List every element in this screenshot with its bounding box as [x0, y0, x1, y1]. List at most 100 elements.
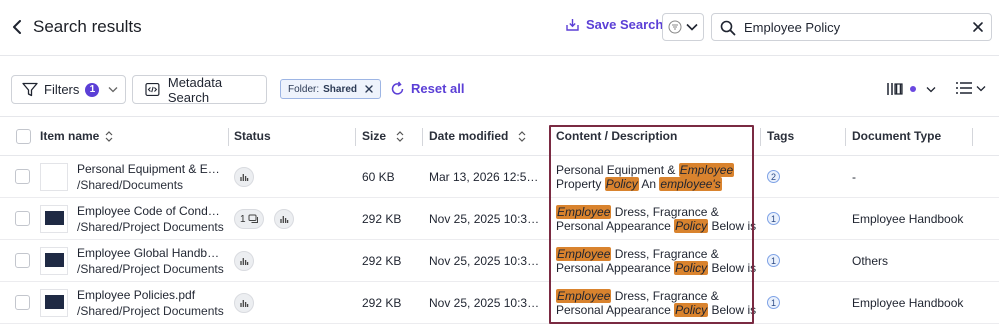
column-resizer[interactable] — [422, 128, 423, 146]
col-header-status[interactable]: Status — [234, 129, 271, 143]
row-checkbox[interactable] — [15, 211, 30, 226]
filters-label: Filters — [44, 82, 80, 97]
row-checkbox[interactable] — [15, 295, 30, 310]
col-header-label: Content / Description — [556, 129, 678, 143]
keyword-highlight: employee's — [659, 177, 722, 191]
item-path: /Shared/Project Documents — [77, 262, 224, 276]
col-header-item-name[interactable]: Item name — [40, 129, 113, 143]
filters-button[interactable]: Filters 1 — [11, 75, 126, 104]
page-header: Search results Save Search — [0, 0, 999, 56]
col-header-content-description[interactable]: Content / Description — [556, 129, 677, 143]
filter-toolbar: Filters 1 Metadata Search Folder: Shared… — [0, 57, 999, 117]
col-header-label: Status — [234, 129, 271, 143]
keyword-highlight: Employee — [556, 205, 612, 219]
document-thumbnail — [40, 163, 68, 191]
item-date: Nov 25, 2025 10:38 AM — [429, 212, 543, 226]
table-row[interactable]: Personal Equipment & Employee Property P… — [0, 156, 999, 198]
item-path: /Shared/Documents — [77, 178, 184, 192]
item-name-link[interactable]: Employee Policies.pdf — [77, 288, 223, 302]
refresh-icon — [391, 81, 404, 95]
tag-count-badge[interactable]: 1 — [767, 212, 780, 225]
row-checkbox[interactable] — [15, 253, 30, 268]
analytics-icon[interactable] — [234, 293, 254, 313]
tag-count-badge[interactable]: 2 — [767, 170, 780, 183]
back-arrow-icon[interactable] — [8, 18, 26, 36]
item-size: 292 KB — [362, 296, 402, 310]
col-header-label: Item name — [40, 129, 100, 143]
sort-icon — [518, 130, 526, 142]
columns-icon — [887, 83, 903, 95]
tag-count-badge[interactable]: 1 — [767, 296, 780, 309]
metadata-search-button[interactable]: Metadata Search — [132, 74, 267, 105]
funnel-icon — [22, 82, 38, 97]
table-row[interactable]: Employee Global Handbook.pdf /Shared/Pro… — [0, 240, 999, 282]
saved-search-dropdown[interactable] — [662, 13, 704, 41]
chevron-down-icon — [926, 86, 936, 92]
col-header-label: Document Type — [852, 129, 942, 143]
search-icon — [720, 20, 736, 36]
metadata-search-label: Metadata Search — [167, 74, 223, 105]
column-resizer[interactable] — [355, 128, 356, 146]
col-header-label: Date modified — [429, 129, 509, 143]
comment-icon — [248, 214, 258, 223]
keyword-highlight: Employee — [556, 247, 612, 261]
reset-all-label: Reset all — [411, 81, 465, 96]
sort-icon — [105, 130, 113, 142]
column-settings-button[interactable] — [886, 81, 936, 97]
filters-count-badge: 1 — [85, 82, 100, 97]
filter-list-icon — [668, 20, 682, 34]
page-title: Search results — [33, 17, 142, 36]
item-name-link[interactable]: Employee Code of Conduct.pdf — [77, 204, 223, 218]
item-document-type: - — [852, 170, 856, 184]
col-header-date-modified[interactable]: Date modified — [429, 129, 526, 143]
column-resizer[interactable] — [845, 128, 846, 146]
reset-all-button[interactable]: Reset all — [390, 81, 464, 96]
keyword-highlight: Policy — [674, 261, 709, 275]
search-field[interactable] — [711, 13, 992, 41]
column-resizer[interactable] — [972, 128, 973, 146]
row-checkbox[interactable] — [15, 169, 30, 184]
column-resizer[interactable] — [228, 128, 229, 146]
analytics-icon[interactable] — [274, 209, 294, 229]
save-search-label: Save Search — [586, 17, 664, 32]
item-size: 292 KB — [362, 212, 402, 226]
chevron-down-icon — [108, 87, 118, 93]
close-icon[interactable] — [364, 84, 374, 94]
item-path: /Shared/Project Documents — [77, 220, 224, 234]
item-date: Nov 25, 2025 10:38 AM — [429, 254, 543, 268]
search-input[interactable] — [744, 18, 964, 36]
col-header-tags[interactable]: Tags — [767, 129, 794, 143]
item-name-link[interactable]: Personal Equipment & Employee Property P… — [77, 162, 223, 176]
close-icon[interactable] — [971, 20, 985, 34]
item-date: Mar 13, 2026 12:59 PM — [429, 170, 543, 184]
chevron-down-icon — [976, 85, 986, 91]
analytics-icon[interactable] — [234, 251, 254, 271]
item-description: Employee Dress, Fragrance & Personal App… — [556, 247, 757, 275]
list-view-button[interactable] — [955, 81, 986, 95]
analytics-icon[interactable] — [234, 167, 254, 187]
item-document-type: Employee Handbook — [852, 296, 964, 310]
item-document-type: Others — [852, 254, 889, 268]
comments-count-pill[interactable]: 1 — [234, 209, 264, 229]
item-description: Employee Dress, Fragrance & Personal App… — [556, 289, 757, 317]
table-row[interactable]: Employee Code of Conduct.pdf /Shared/Pro… — [0, 198, 999, 240]
item-date: Nov 25, 2025 10:38 AM — [429, 296, 543, 310]
col-header-size[interactable]: Size — [362, 129, 404, 143]
column-resizer[interactable] — [549, 128, 550, 146]
select-all-checkbox[interactable] — [16, 129, 31, 144]
tag-count-badge[interactable]: 1 — [767, 254, 780, 267]
folder-filter-chip[interactable]: Folder: Shared — [280, 79, 382, 99]
col-header-label: Size — [362, 129, 387, 143]
keyword-highlight: Policy — [604, 177, 639, 191]
save-search-button[interactable]: Save Search — [565, 17, 663, 32]
keyword-highlight: Policy — [674, 219, 709, 233]
col-header-document-type[interactable]: Document Type — [852, 129, 941, 143]
document-thumbnail — [40, 205, 68, 233]
item-size: 60 KB — [362, 170, 395, 184]
column-resizer[interactable] — [760, 128, 761, 146]
item-name-link[interactable]: Employee Global Handbook.pdf — [77, 246, 223, 260]
active-indicator-dot — [910, 86, 916, 92]
chip-value: Shared — [323, 83, 358, 95]
table-row[interactable]: Employee Policies.pdf /Shared/Project Do… — [0, 282, 999, 324]
chevron-down-icon — [686, 23, 698, 31]
